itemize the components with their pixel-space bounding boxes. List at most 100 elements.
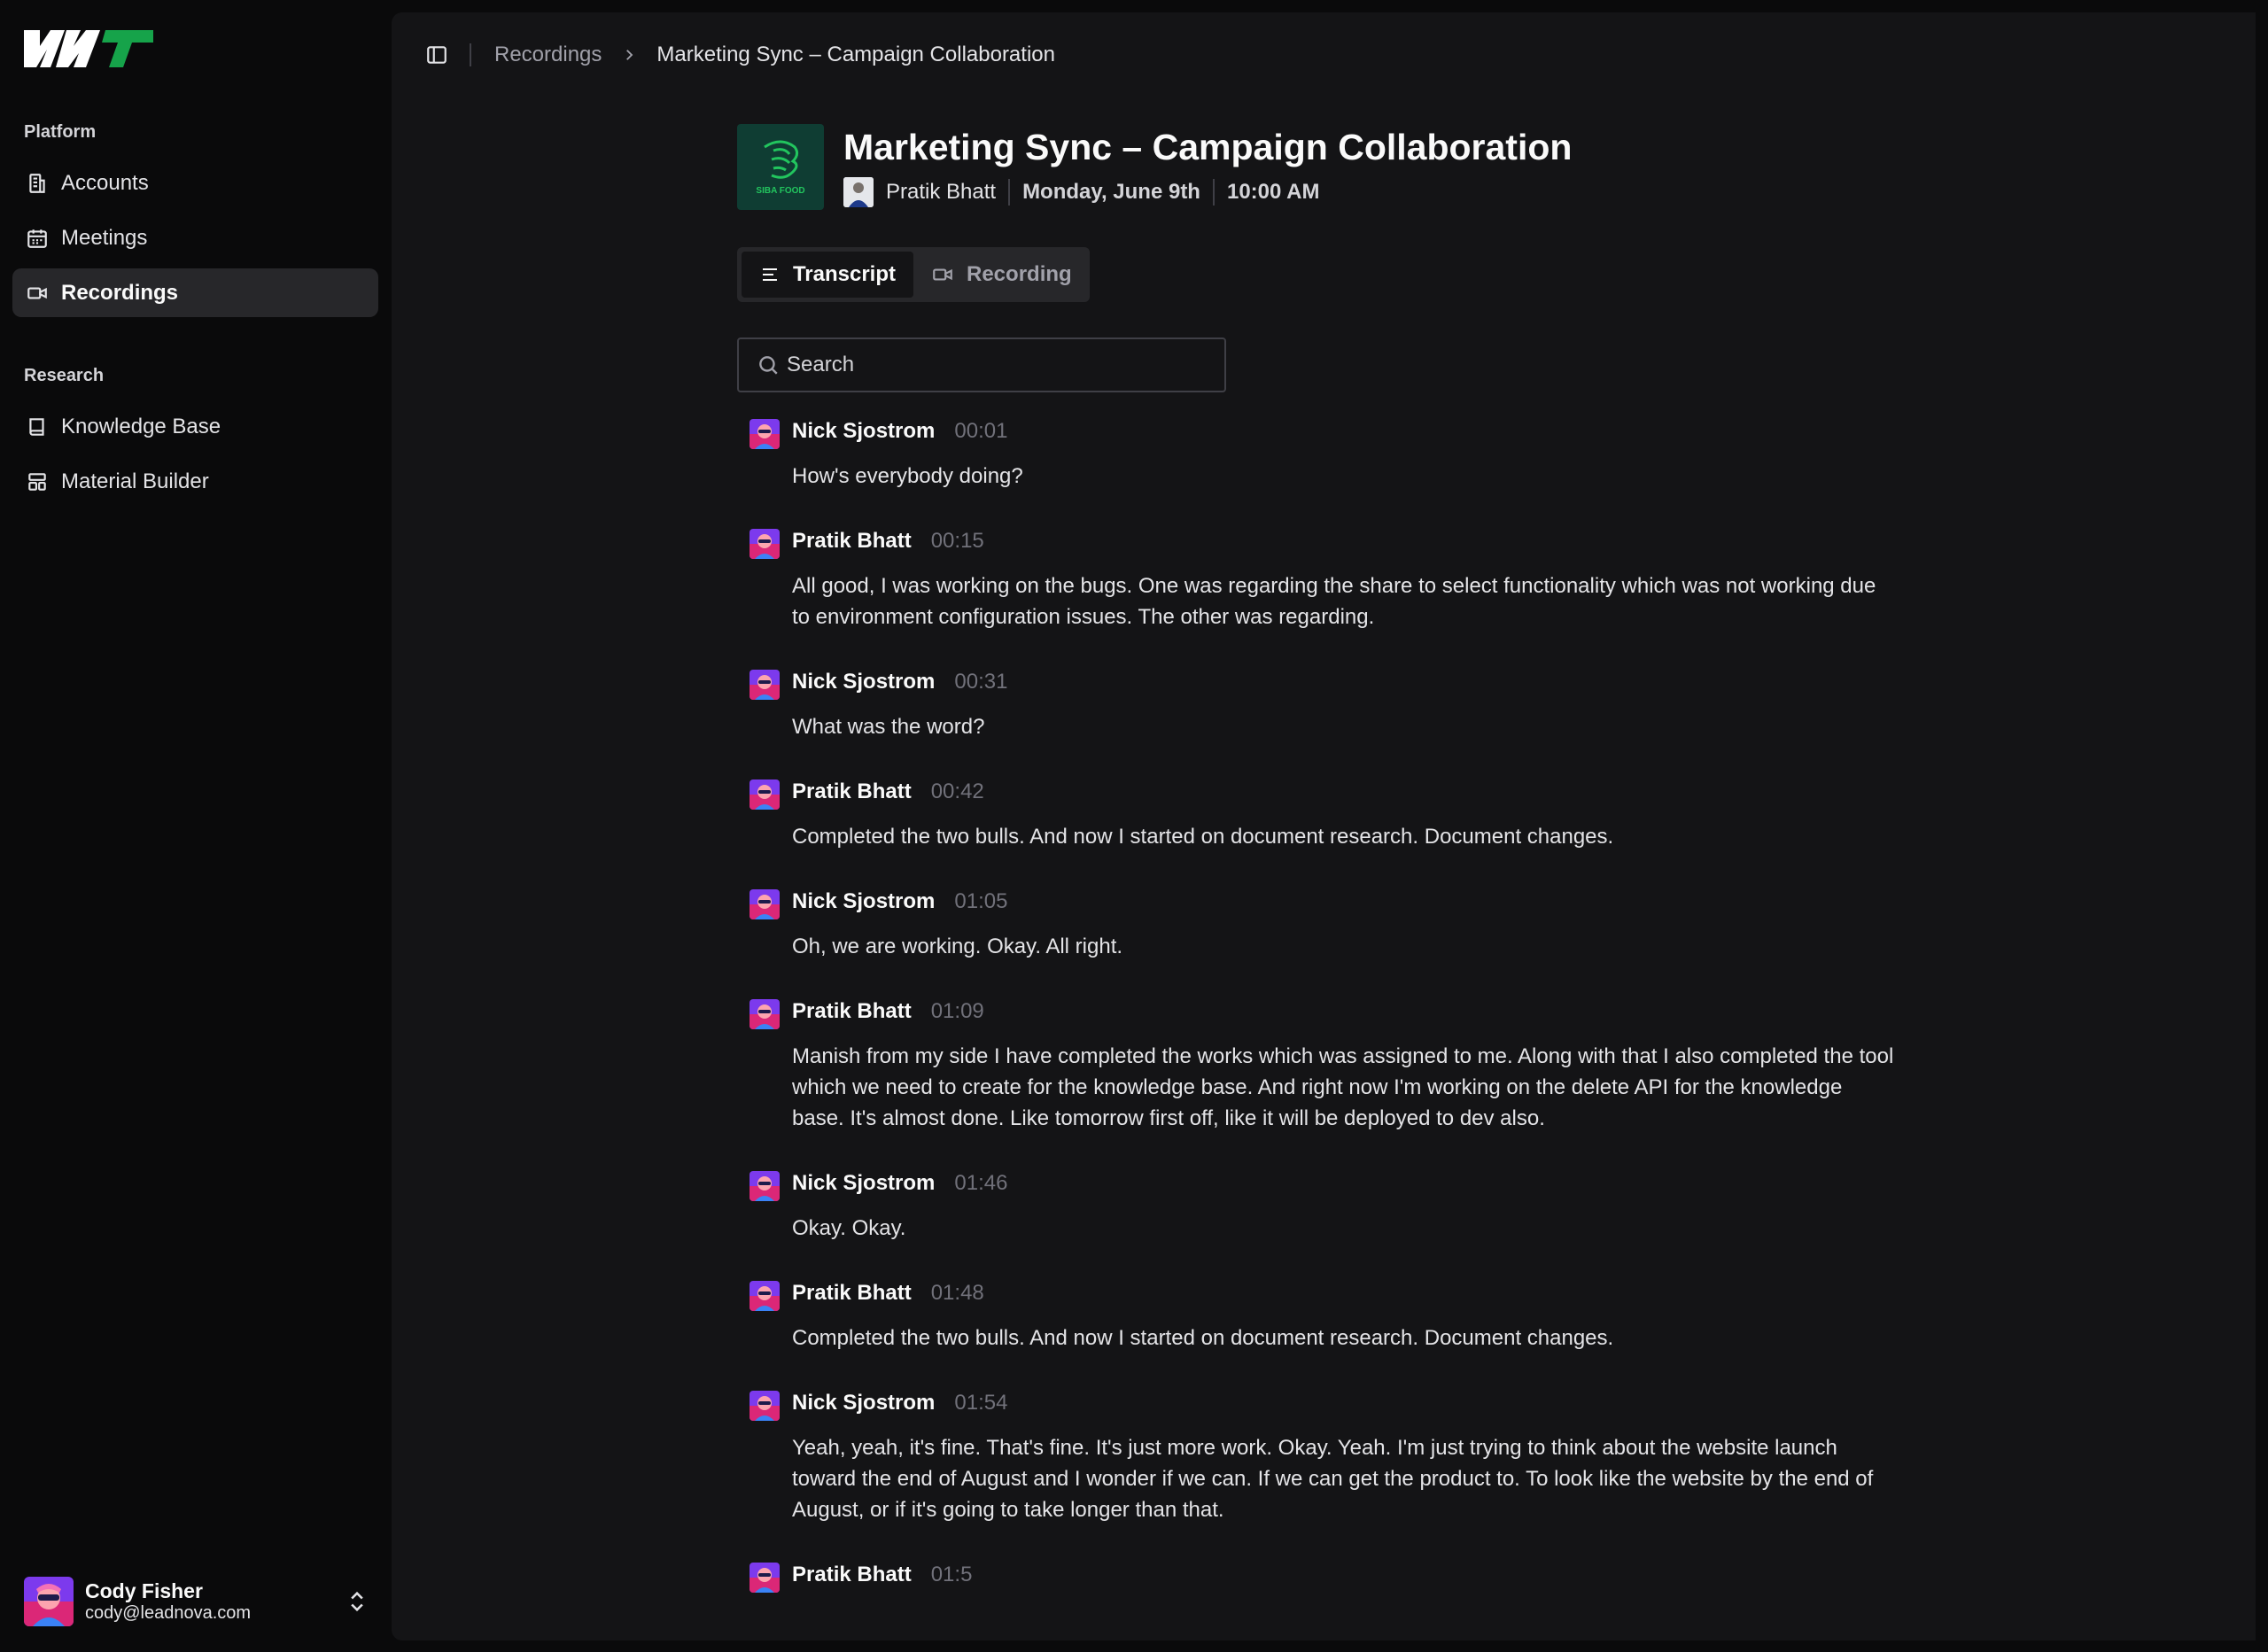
sidebar-item-label: Material Builder (61, 469, 209, 493)
tab-label: Transcript (792, 262, 896, 286)
user-email: cody@leadnova.com (85, 1603, 252, 1623)
timestamp[interactable]: 01:48 (931, 1281, 984, 1306)
sidebar-item-accounts[interactable]: Accounts (12, 159, 378, 207)
meeting-meta: Pratik Bhatt Monday, June 9th 10:00 AM (843, 177, 1572, 207)
section-label-platform: Platform (24, 122, 97, 142)
chevron-right-icon (621, 47, 637, 63)
entry-header: Pratik Bhatt 01:09 (792, 999, 1907, 1029)
user-menu[interactable]: Cody Fisher cody@leadnova.com (24, 1575, 378, 1628)
entry-body: Pratik Bhatt 01:09 Manish from my side I… (792, 999, 1907, 1134)
divider (1008, 179, 1011, 206)
transcript-text: Oh, we are working. Okay. All right. (792, 935, 1123, 958)
speaker-avatar (750, 1281, 780, 1311)
tab-label: Recording (967, 262, 1072, 286)
timestamp[interactable]: 01:54 (954, 1391, 1007, 1415)
speaker-avatar (750, 1171, 780, 1201)
transcript-text: What was the word? (792, 715, 985, 739)
entry-body: Nick Sjostrom 01:46 Okay. Okay. (792, 1171, 1907, 1244)
entry-header: Pratik Bhatt 01:5 (792, 1563, 1907, 1593)
speaker-avatar (750, 779, 780, 810)
tab-transcript[interactable]: Transcript (742, 252, 913, 298)
timestamp[interactable]: 00:15 (931, 529, 984, 554)
transcript-text: Manish from my side I have completed the… (792, 1044, 1894, 1130)
breadcrumb-current: Marketing Sync – Campaign Collaboration (656, 43, 1055, 66)
divider (470, 43, 471, 66)
transcript-text: Yeah, yeah, it's fine. That's fine. It's… (792, 1436, 1874, 1522)
user-info: Cody Fisher cody@leadnova.com (85, 1579, 251, 1624)
speaker-name: Pratik Bhatt (792, 529, 912, 553)
lion-icon (764, 140, 799, 179)
text-lines-icon (762, 268, 777, 281)
transcript-text: How's everybody doing? (792, 464, 1023, 488)
sidebar-item-meetings[interactable]: Meetings (12, 213, 378, 262)
video-icon (25, 281, 50, 306)
divider (1212, 179, 1215, 206)
page-title: Marketing Sync – Campaign Collaboration (843, 127, 1573, 167)
transcript-entry: Nick Sjostrom 01:54 Yeah, yeah, it's fin… (737, 1391, 1907, 1525)
speaker-name: Nick Sjostrom (792, 1391, 936, 1415)
search-input[interactable] (787, 353, 1212, 377)
speaker-avatar (750, 419, 780, 449)
entry-header: Pratik Bhatt 00:42 (792, 779, 1907, 810)
video-icon (933, 268, 952, 281)
user-avatar (24, 1577, 74, 1626)
recording-content: SIBA FOOD Marketing Sync – Campaign Coll… (737, 124, 1907, 1630)
transcript-entry: Pratik Bhatt 00:15 All good, I was worki… (737, 529, 1907, 632)
calendar-icon (25, 226, 50, 251)
company-logo: SIBA FOOD (737, 124, 824, 210)
transcript-entry: Nick Sjostrom 00:31 What was the word? (737, 670, 1907, 742)
transcript-search (737, 337, 1226, 392)
chevrons-up-down-icon[interactable] (345, 1587, 369, 1616)
entry-body: Pratik Bhatt 00:15 All good, I was worki… (792, 529, 1907, 632)
entry-body: Nick Sjostrom 01:05 Oh, we are working. … (792, 889, 1907, 962)
timestamp[interactable]: 01:46 (954, 1171, 1007, 1196)
entry-header: Nick Sjostrom 00:31 (792, 670, 1907, 700)
meeting-header: SIBA FOOD Marketing Sync – Campaign Coll… (737, 124, 1907, 210)
sidebar-item-material-builder[interactable]: Material Builder (12, 457, 378, 506)
transcript-entry: Nick Sjostrom 01:46 Okay. Okay. (737, 1171, 1907, 1244)
speaker-name: Nick Sjostrom (792, 419, 936, 443)
entry-body: Nick Sjostrom 00:01 How's everybody doin… (792, 419, 1907, 492)
sidebar-toggle-icon[interactable] (423, 42, 450, 68)
company-logo-text: SIBA FOOD (756, 186, 805, 196)
breadcrumb-recordings-link[interactable]: Recordings (494, 43, 602, 67)
timestamp[interactable]: 01:5 (931, 1563, 973, 1587)
transcript-text: Completed the two bulls. And now I start… (792, 825, 1614, 849)
tab-recording[interactable]: Recording (913, 252, 1090, 298)
transcript-text: All good, I was working on the bugs. One… (792, 574, 1876, 629)
transcript-entry: Pratik Bhatt 00:42 Completed the two bul… (737, 779, 1907, 852)
main-panel: Recordings Marketing Sync – Campaign Col… (392, 12, 2256, 1640)
entry-body: Pratik Bhatt 01:48 Completed the two bul… (792, 1281, 1907, 1353)
transcript-entry: Pratik Bhatt 01:09 Manish from my side I… (737, 999, 1907, 1134)
entry-header: Nick Sjostrom 00:01 (792, 419, 1907, 449)
book-icon (25, 415, 50, 439)
transcript-text: Okay. Okay. (792, 1216, 906, 1240)
speaker-avatar (750, 889, 780, 919)
view-tabs: Transcript Recording (737, 247, 1090, 302)
sidebar-item-knowledge-base[interactable]: Knowledge Base (12, 402, 378, 451)
breadcrumb: Recordings Marketing Sync – Campaign Col… (494, 43, 1055, 67)
timestamp[interactable]: 01:05 (954, 889, 1007, 914)
meeting-title-block: Marketing Sync – Campaign Collaboration … (843, 124, 1572, 207)
sidebar-item-label: Recordings (61, 280, 179, 305)
search-icon (759, 356, 778, 375)
entry-header: Nick Sjostrom 01:54 (792, 1391, 1907, 1421)
meeting-time: 10:00 AM (1226, 180, 1320, 204)
entry-body: Nick Sjostrom 01:54 Yeah, yeah, it's fin… (792, 1391, 1907, 1525)
speaker-name: Nick Sjostrom (792, 889, 936, 913)
speaker-avatar (750, 670, 780, 700)
speaker-name: Pratik Bhatt (792, 1563, 912, 1586)
speaker-avatar (750, 999, 780, 1029)
transcript-list: Nick Sjostrom 00:01 How's everybody doin… (737, 419, 1907, 1593)
timestamp[interactable]: 00:01 (954, 419, 1007, 444)
speaker-avatar (750, 529, 780, 559)
timestamp[interactable]: 01:09 (931, 999, 984, 1024)
entry-header: Nick Sjostrom 01:05 (792, 889, 1907, 919)
meeting-host: Pratik Bhatt (886, 180, 997, 204)
speaker-name: Pratik Bhatt (792, 1281, 912, 1305)
building-icon (25, 171, 50, 196)
timestamp[interactable]: 00:31 (954, 670, 1007, 694)
sidebar-item-recordings[interactable]: Recordings (12, 268, 378, 317)
app-logo[interactable] (24, 28, 153, 69)
timestamp[interactable]: 00:42 (931, 779, 984, 804)
